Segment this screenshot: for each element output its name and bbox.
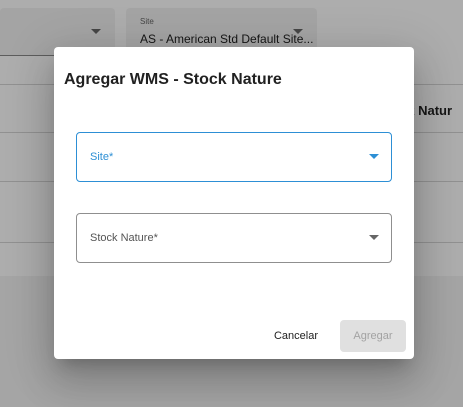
- screen: Site AS - American Std Default Site... c…: [0, 0, 463, 407]
- add-button[interactable]: Agregar: [340, 320, 406, 352]
- add-stock-nature-dialog: Agregar WMS - Stock Nature Site* Stock N…: [54, 47, 414, 359]
- stock-nature-select[interactable]: Stock Nature*: [76, 213, 392, 263]
- cancel-button[interactable]: Cancelar: [260, 320, 332, 352]
- site-select[interactable]: Site*: [76, 132, 392, 182]
- dialog-actions: Cancelar Agregar: [260, 320, 406, 352]
- chevron-down-icon: [369, 235, 379, 240]
- stock-nature-select-label: Stock Nature*: [90, 232, 158, 244]
- chevron-down-icon: [369, 154, 379, 159]
- site-select-label: Site*: [90, 151, 114, 163]
- dialog-title: Agregar WMS - Stock Nature: [64, 71, 282, 88]
